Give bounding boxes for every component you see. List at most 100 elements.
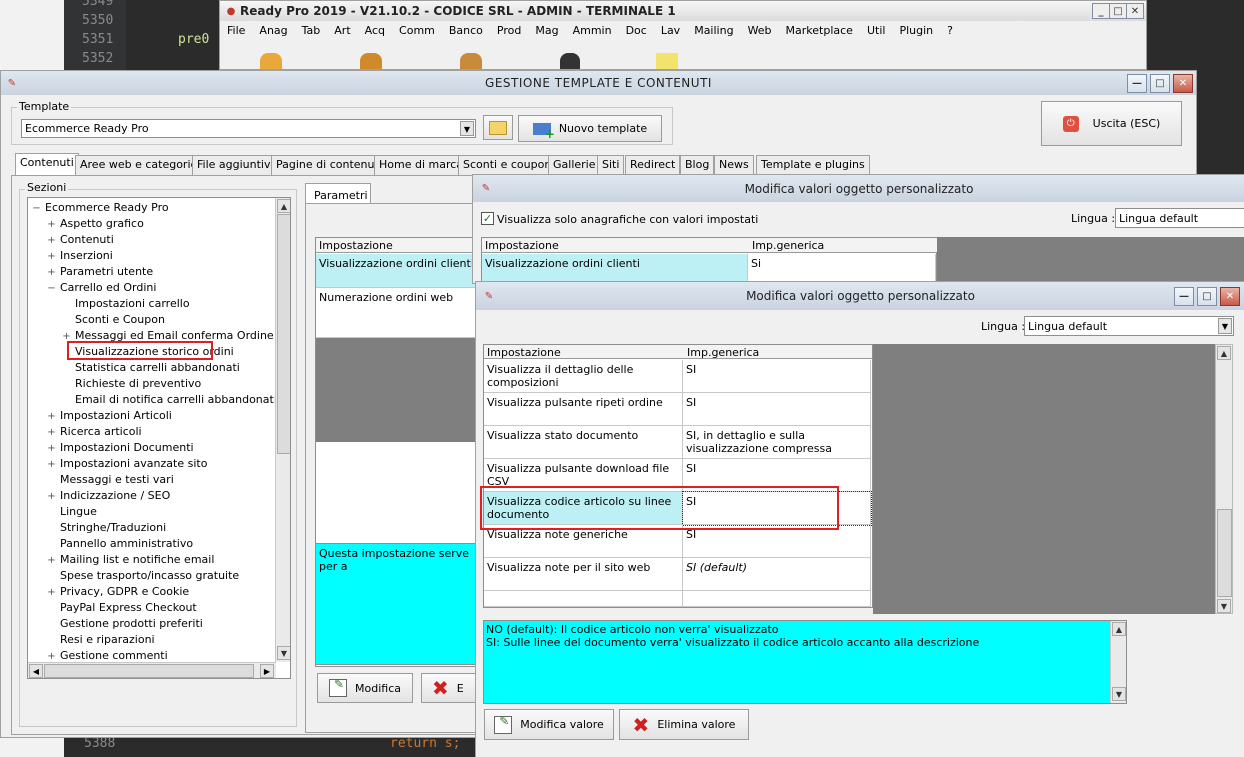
tab-gallerie[interactable]: Gallerie xyxy=(548,155,601,175)
expand-icon[interactable]: + xyxy=(47,441,56,457)
close-icon[interactable]: ✕ xyxy=(1126,3,1144,19)
table-row-label[interactable]: Visualizza stato documento xyxy=(484,426,683,459)
tab-home-marca[interactable]: Home di marca xyxy=(374,155,469,175)
tree-item[interactable]: Stringhe/Traduzioni xyxy=(47,520,166,536)
tree-item[interactable]: + Indicizzazione / SEO xyxy=(47,488,170,504)
chevron-down-icon[interactable]: ▼ xyxy=(460,121,474,136)
lingua-select[interactable]: Lingua default ▼ xyxy=(1024,316,1234,336)
elimina-button[interactable]: ✖ E xyxy=(421,673,481,703)
tab-pagine-contenuti[interactable]: Pagine di contenuti xyxy=(271,155,387,175)
tree-item[interactable]: Spese trasporto/incasso gratuite xyxy=(47,568,239,584)
chevron-down-icon[interactable]: ▼ xyxy=(1218,318,1232,334)
table-row[interactable]: Numerazione ordini web xyxy=(316,288,486,338)
expand-icon[interactable]: + xyxy=(47,425,56,441)
modal2-vertical-scrollbar[interactable]: ▲ ▼ xyxy=(1215,344,1233,614)
exit-button[interactable]: ⏻ Uscita (ESC) xyxy=(1041,101,1182,146)
tree-item[interactable]: + Aspetto grafico xyxy=(47,216,144,232)
tree-item[interactable]: + Parametri utente xyxy=(47,264,153,280)
modifica-valore-button[interactable]: ✎ Modifica valore xyxy=(484,709,614,740)
table-row-value[interactable]: SI (default) xyxy=(683,558,871,591)
tree-item[interactable]: + Mailing list e notifiche email xyxy=(47,552,214,568)
minimize-icon[interactable]: _ xyxy=(1092,3,1110,19)
scroll-thumb[interactable] xyxy=(277,214,290,454)
tree-item[interactable]: PayPal Express Checkout xyxy=(47,600,197,616)
scroll-down-icon[interactable]: ▼ xyxy=(1112,687,1126,701)
menu-item[interactable]: ? xyxy=(940,22,960,40)
toolbar-users-icon[interactable] xyxy=(260,53,282,69)
tree-item[interactable]: + Ricerca articoli xyxy=(47,424,141,441)
expand-icon[interactable]: + xyxy=(47,265,56,281)
menu-item[interactable]: File xyxy=(220,22,252,40)
expand-icon[interactable]: + xyxy=(47,409,56,425)
menu-item[interactable]: Ammin xyxy=(566,22,619,40)
lingua-select[interactable]: Lingua default xyxy=(1115,208,1244,228)
scroll-left-icon[interactable]: ◀ xyxy=(29,664,43,678)
menu-item[interactable]: Anag xyxy=(252,22,294,40)
tree-item[interactable]: Sconti e Coupon xyxy=(62,312,165,328)
toolbar-worker-icon[interactable] xyxy=(460,53,482,69)
menu-item[interactable]: Plugin xyxy=(892,22,940,40)
expand-icon[interactable]: + xyxy=(47,585,56,601)
scroll-thumb[interactable] xyxy=(1217,509,1232,597)
tree-item[interactable]: + Impostazioni avanzate sito xyxy=(47,456,207,472)
table-row-label[interactable]: Visualizza il dettaglio delle composizio… xyxy=(484,360,683,393)
tab-template-plugins[interactable]: Template e plugins xyxy=(756,155,870,175)
menu-item[interactable]: Lav xyxy=(654,22,687,40)
tab-file-aggiuntivi[interactable]: File aggiuntivi xyxy=(192,155,279,175)
tree-item[interactable]: Richieste di preventivo xyxy=(62,376,201,392)
maximize-icon[interactable]: □ xyxy=(1150,74,1170,93)
menu-item[interactable]: Doc xyxy=(619,22,654,40)
tab-contenuti[interactable]: Contenuti xyxy=(15,153,79,175)
table-row-value[interactable]: SI, in dettaglio e sulla visualizzazione… xyxy=(683,426,871,459)
tree-item[interactable]: Messaggi e testi vari xyxy=(47,472,174,488)
menu-item[interactable]: Web xyxy=(741,22,779,40)
tab-blog[interactable]: Blog xyxy=(680,155,715,175)
expand-icon[interactable]: + xyxy=(47,457,56,473)
close-icon[interactable]: ✕ xyxy=(1220,287,1240,306)
scroll-down-icon[interactable]: ▼ xyxy=(1217,599,1231,613)
tree-item[interactable]: − Ecommerce Ready Pro xyxy=(32,200,168,217)
expand-icon[interactable]: + xyxy=(47,489,56,505)
sections-tree[interactable]: − Ecommerce Ready Pro + Aspetto grafico + Con… xyxy=(27,197,291,679)
menu-item[interactable]: Art xyxy=(327,22,357,40)
minimize-icon[interactable]: — xyxy=(1174,287,1194,306)
tree-item[interactable]: + Contenuti xyxy=(47,232,113,249)
tree-item[interactable]: Gestione prodotti preferiti xyxy=(47,616,203,632)
maximize-icon[interactable]: □ xyxy=(1109,3,1127,19)
tree-item[interactable]: + Inserzioni xyxy=(47,248,113,264)
expand-icon[interactable]: + xyxy=(47,249,56,265)
collapse-icon[interactable]: − xyxy=(32,201,41,217)
template-select[interactable]: Ecommerce Ready Pro ▼ xyxy=(21,119,476,138)
parametri-tab[interactable]: Parametri xyxy=(305,183,371,204)
modal1-grid[interactable]: Impostazione Imp.generica Visualizzazion… xyxy=(481,237,938,284)
tab-sconti-coupon[interactable]: Sconti e coupon xyxy=(458,155,557,175)
tab-aree-web[interactable]: Aree web e categorie xyxy=(75,155,203,175)
table-row-value[interactable]: Si xyxy=(748,254,936,284)
new-template-button[interactable]: + Nuovo template xyxy=(518,115,662,142)
tree-vertical-scrollbar[interactable]: ▲ ▼ xyxy=(275,198,290,662)
expand-icon[interactable]: + xyxy=(47,553,56,569)
tree-item[interactable]: − Carrello ed Ordini xyxy=(47,280,156,296)
tree-item[interactable]: + Privacy, GDPR e Cookie xyxy=(47,584,189,600)
scroll-up-icon[interactable]: ▲ xyxy=(277,199,290,213)
tree-item[interactable]: Pannello amministrativo xyxy=(47,536,193,552)
toolbar-agent-icon[interactable] xyxy=(560,53,580,69)
tree-item[interactable]: + Impostazioni Documenti xyxy=(47,440,193,457)
collapse-icon[interactable]: − xyxy=(47,281,56,297)
close-icon[interactable]: ✕ xyxy=(1173,74,1193,93)
menu-item[interactable]: Mag xyxy=(528,22,565,40)
table-row-label[interactable]: Visualizza note per il sito web xyxy=(484,558,683,591)
tree-horizontal-scrollbar[interactable]: ◀ ▶ xyxy=(28,662,276,678)
maximize-icon[interactable]: □ xyxy=(1197,287,1217,306)
menu-item[interactable]: Acq xyxy=(358,22,392,40)
scroll-thumb[interactable] xyxy=(44,664,254,678)
minimize-icon[interactable]: — xyxy=(1127,74,1147,93)
table-row-label[interactable]: Visualizzazione ordini clienti xyxy=(482,254,748,284)
menu-item[interactable]: Banco xyxy=(442,22,490,40)
tab-redirect[interactable]: Redirect xyxy=(625,155,681,175)
filter-checkbox[interactable]: ✓ xyxy=(481,212,494,225)
tab-siti[interactable]: Siti xyxy=(597,155,625,175)
expand-icon[interactable]: + xyxy=(47,233,56,249)
tree-item[interactable]: Lingue xyxy=(47,504,97,520)
table-row-value[interactable]: SI xyxy=(683,360,871,393)
